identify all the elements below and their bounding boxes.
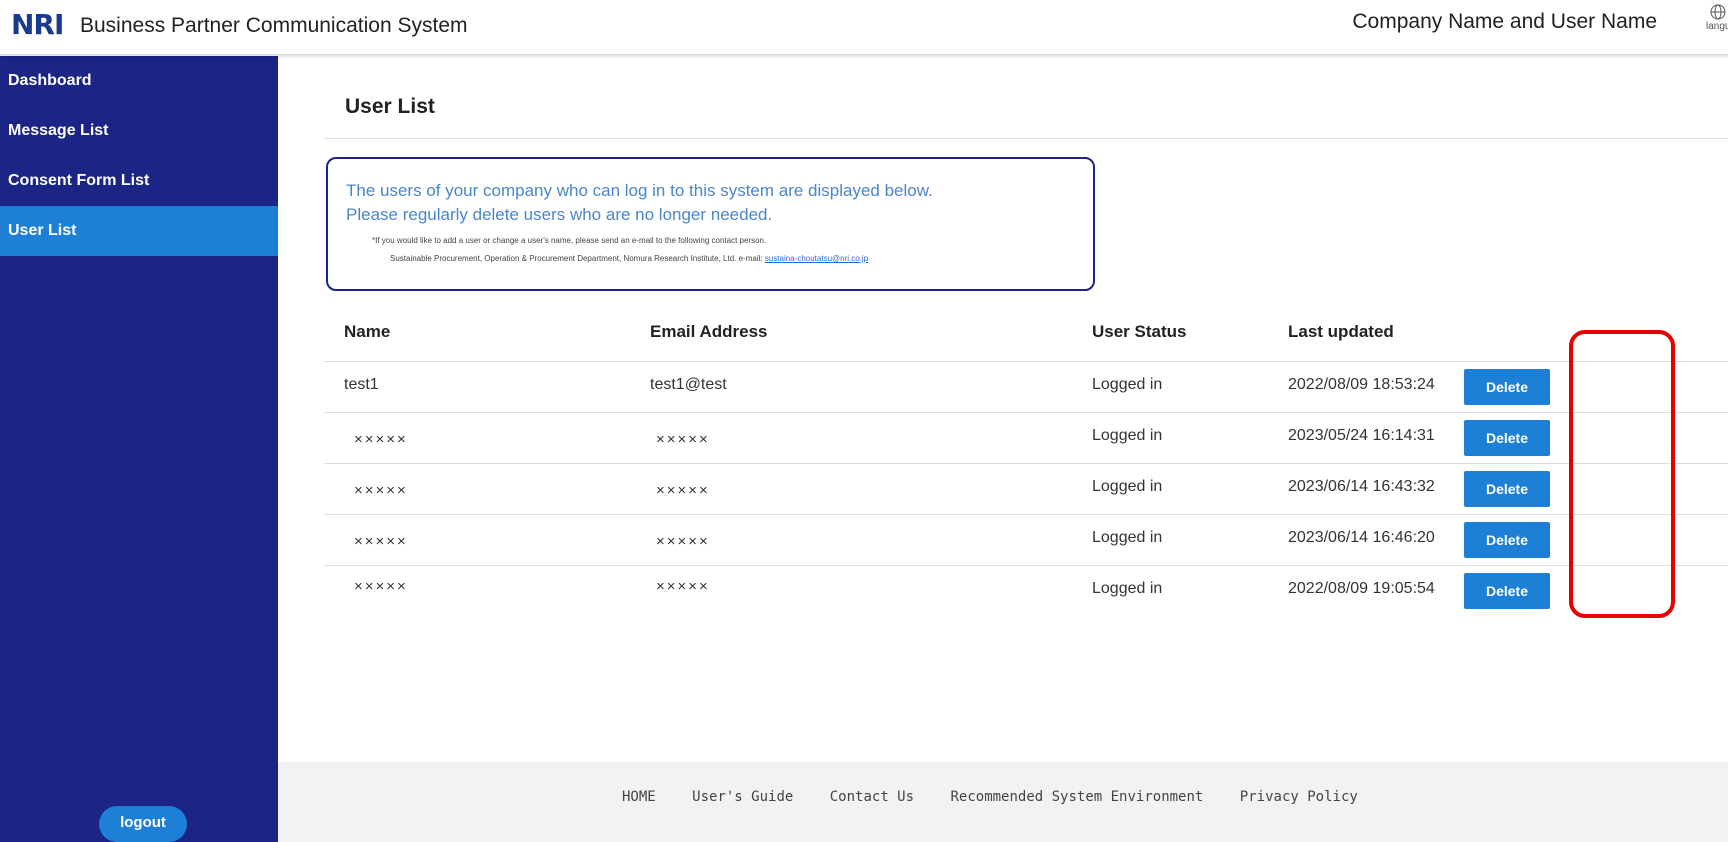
user-email: test1@test <box>650 376 727 393</box>
delete-button[interactable]: Delete <box>1464 420 1550 456</box>
column-header-status: User Status <box>1092 322 1187 341</box>
last-updated: 2023/05/24 16:14:31 <box>1288 427 1435 444</box>
contact-email-link[interactable]: sustaina-choutatsu@nri.co.jp <box>765 254 868 263</box>
user-email: ××××× <box>656 431 710 448</box>
info-line-1: The users of your company who can log in… <box>346 181 933 200</box>
column-header-email: Email Address <box>650 322 768 341</box>
table-row: ××××× ××××× Logged in 2023/05/24 16:14:3… <box>324 413 1728 464</box>
delete-button[interactable]: Delete <box>1464 573 1550 609</box>
footer-link-system-environment[interactable]: Recommended System Environment <box>950 789 1203 805</box>
page-title: User List <box>345 95 435 118</box>
user-email: ××××× <box>656 482 710 499</box>
info-note: *If you would like to add a user or chan… <box>372 236 767 245</box>
user-status: Logged in <box>1092 427 1163 444</box>
footer-link-privacy-policy[interactable]: Privacy Policy <box>1240 789 1358 805</box>
user-status: Logged in <box>1092 376 1163 393</box>
globe-icon <box>1710 4 1726 20</box>
column-header-name: Name <box>344 322 391 341</box>
logout-button[interactable]: logout <box>99 806 187 842</box>
main-content: User List The users of your company who … <box>278 56 1728 842</box>
delete-button[interactable]: Delete <box>1464 522 1550 558</box>
last-updated: 2022/08/09 19:05:54 <box>1288 580 1435 597</box>
user-name: test1 <box>344 376 379 393</box>
language-selector[interactable]: langu <box>1704 4 1728 32</box>
last-updated: 2023/06/14 16:43:32 <box>1288 478 1435 495</box>
user-email: ××××× <box>656 533 710 550</box>
delete-button[interactable]: Delete <box>1464 471 1550 507</box>
delete-button[interactable]: Delete <box>1464 369 1550 405</box>
footer-link-contact-us[interactable]: Contact Us <box>830 789 914 805</box>
sidebar-item-consent-form-list[interactable]: Consent Form List <box>0 156 278 206</box>
footer-link-users-guide[interactable]: User's Guide <box>692 789 793 805</box>
info-contact: Sustainable Procurement, Operation & Pro… <box>390 253 1093 265</box>
footer: HOME User's Guide Contact Us Recommended… <box>278 762 1728 842</box>
footer-links: HOME User's Guide Contact Us Recommended… <box>622 789 1386 805</box>
user-name: ××××× <box>354 533 408 550</box>
user-email: ××××× <box>656 578 710 595</box>
footer-link-home[interactable]: HOME <box>622 789 656 805</box>
sidebar: Dashboard Message List Consent Form List… <box>0 56 278 842</box>
divider <box>324 138 1728 139</box>
table-header: Name Email Address User Status Last upda… <box>324 302 1728 362</box>
user-status: Logged in <box>1092 478 1163 495</box>
info-line-2: Please regularly delete users who are no… <box>346 205 773 224</box>
sidebar-item-user-list[interactable]: User List <box>0 206 278 256</box>
table-row: ××××× ××××× Logged in 2023/06/14 16:46:2… <box>324 515 1728 566</box>
table-row: ××××× ××××× Logged in 2023/06/14 16:43:3… <box>324 464 1728 515</box>
table-row: test1 test1@test Logged in 2022/08/09 18… <box>324 362 1728 413</box>
user-name: ××××× <box>354 578 408 595</box>
app-header: NRI Business Partner Communication Syste… <box>0 0 1728 55</box>
column-header-updated: Last updated <box>1288 322 1394 341</box>
user-name: ××××× <box>354 431 408 448</box>
nri-logo[interactable]: NRI <box>11 8 64 41</box>
contact-department: Sustainable Procurement, Operation & Pro… <box>390 254 763 263</box>
last-updated: 2022/08/09 18:53:24 <box>1288 376 1435 393</box>
table-row: ××××× ××××× Logged in 2022/08/09 19:05:5… <box>324 566 1728 617</box>
last-updated: 2023/06/14 16:46:20 <box>1288 529 1435 546</box>
user-status: Logged in <box>1092 529 1163 546</box>
info-notice-box: The users of your company who can log in… <box>326 157 1095 291</box>
user-name: ××××× <box>354 482 408 499</box>
company-user-name[interactable]: Company Name and User Name <box>1352 10 1657 34</box>
sidebar-item-dashboard[interactable]: Dashboard <box>0 56 278 106</box>
system-title: Business Partner Communication System <box>80 14 468 37</box>
sidebar-item-message-list[interactable]: Message List <box>0 106 278 156</box>
language-label: langu <box>1706 21 1728 32</box>
user-status: Logged in <box>1092 580 1163 597</box>
user-table: Name Email Address User Status Last upda… <box>324 302 1728 617</box>
